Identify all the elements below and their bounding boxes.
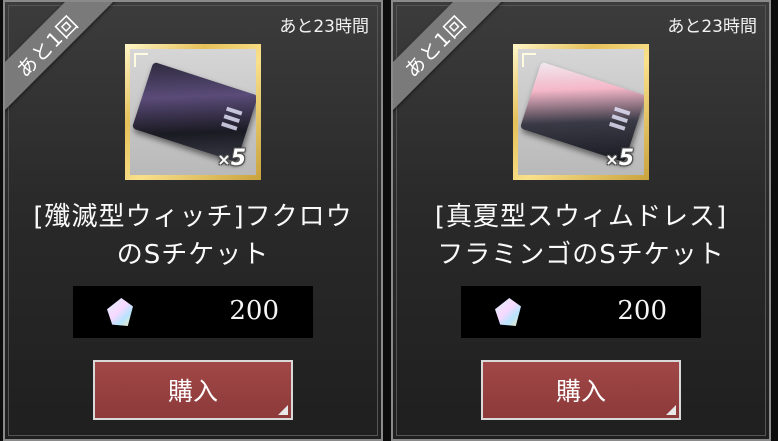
gem-icon [107,298,133,326]
price-value: 200 [617,296,667,326]
item-icon-frame[interactable]: ×5 [125,44,261,180]
offer-card: あと1回 あと23時間 ×5 [真夏型スウィムドレス] フラミンゴのSチケット … [391,0,771,441]
time-remaining: あと23時間 [279,17,369,37]
ticket-icon: ×5 [130,49,256,175]
shop-offer-list: あと1回 あと23時間 ×5 [殲滅型ウィッチ]フクロウ のSチケット 200 … [0,0,778,441]
item-quantity: ×5 [605,146,634,171]
frame-corner-decoration [522,53,536,67]
frame-corner-decoration [134,53,148,67]
purchase-limit-ribbon: あと1回 [5,2,119,118]
ticket-icon: ×5 [518,49,644,175]
price-bar: 200 [461,286,701,338]
offer-card: あと1回 あと23時間 ×5 [殲滅型ウィッチ]フクロウ のSチケット 200 … [3,0,383,441]
gem-icon [495,298,521,326]
buy-button[interactable]: 購入 [93,360,293,420]
price-bar: 200 [73,286,313,338]
item-name: [殲滅型ウィッチ]フクロウ のSチケット [33,202,353,270]
item-icon-frame[interactable]: ×5 [513,44,649,180]
time-remaining: あと23時間 [667,17,757,37]
buy-button[interactable]: 購入 [481,360,681,420]
price-value: 200 [229,296,279,326]
purchase-limit-ribbon: あと1回 [393,2,507,118]
item-name: [真夏型スウィムドレス] フラミンゴのSチケット [434,202,728,270]
item-quantity: ×5 [217,146,246,171]
